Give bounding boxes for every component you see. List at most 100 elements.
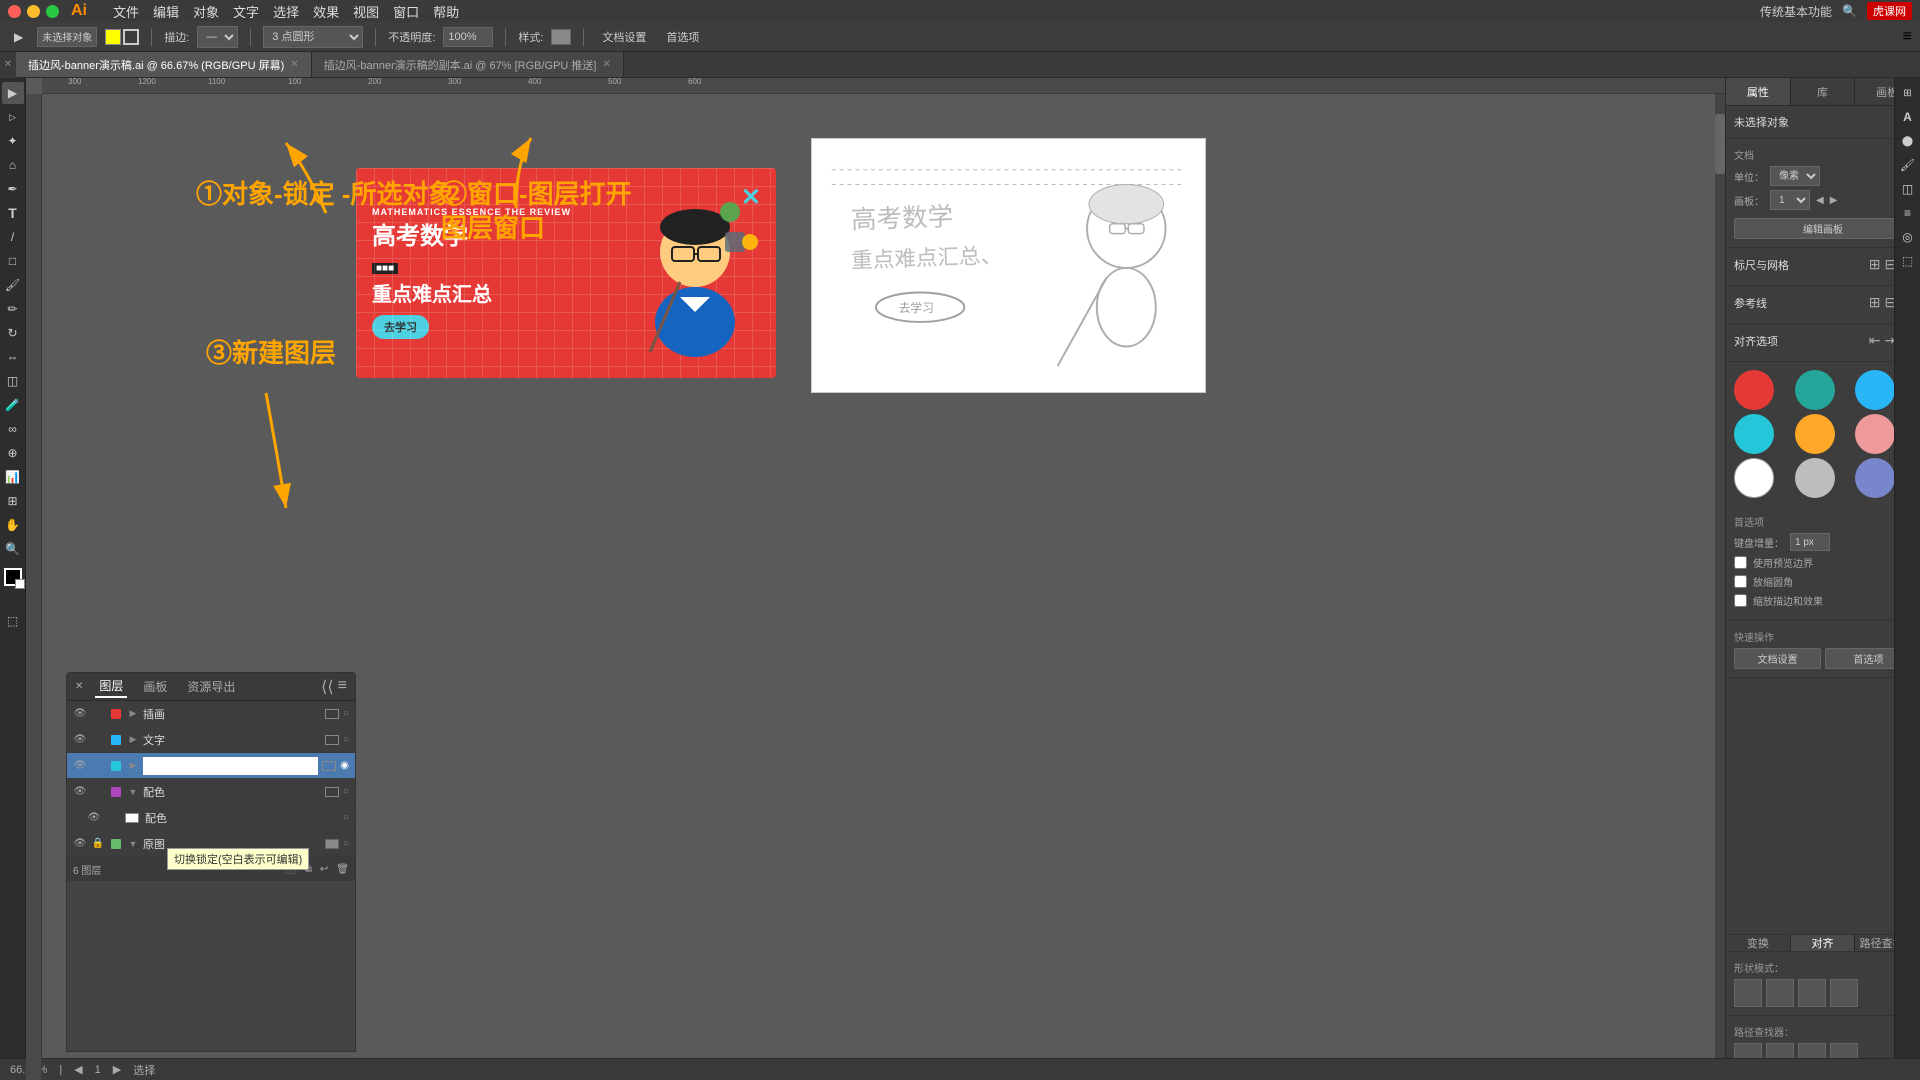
layer-row-palette-sub[interactable]: 👁 配色 ○ [67, 805, 355, 831]
swatch-light-blue[interactable] [1855, 370, 1895, 410]
close-button[interactable] [8, 5, 21, 18]
menu-window[interactable]: 窗口 [393, 2, 419, 21]
properties-icon[interactable]: ⊞ [1897, 82, 1919, 104]
layer-expand-text[interactable]: ▶ [127, 734, 139, 746]
menu-effects[interactable]: 效果 [313, 2, 339, 21]
layer-expand-original[interactable]: ▼ [127, 838, 139, 850]
eyedropper-tool[interactable]: 🧪 [2, 394, 24, 416]
brush-select[interactable]: 3 点圆形 [263, 26, 363, 48]
minimize-button[interactable] [27, 5, 40, 18]
layer-target-illustration[interactable]: ○ [343, 708, 349, 719]
column-graph-tool[interactable]: 📊 [2, 466, 24, 488]
type-tool[interactable]: T [2, 202, 24, 224]
layer-target-text[interactable]: ○ [343, 734, 349, 745]
fill-color[interactable] [105, 29, 121, 45]
layer-name-input[interactable] [143, 757, 318, 775]
rp-bottom-tab-align[interactable]: 对齐 [1791, 935, 1856, 951]
preferences-button[interactable]: 首选项 [660, 27, 705, 47]
rect-tool[interactable]: □ [2, 250, 24, 272]
layer-row-text[interactable]: 👁 ▶ 文字 ○ [67, 727, 355, 753]
layer-lock-text[interactable] [91, 733, 105, 747]
layer-move-up-btn[interactable]: ↩ [320, 864, 328, 875]
tab-1[interactable]: 插边风-banner演示稿.ai @ 66.67% (RGB/GPU 屏幕) ✕ [16, 52, 312, 77]
paintbrush-tool[interactable]: 🖌 [2, 274, 24, 296]
scale-tool[interactable]: ⇔ [2, 346, 24, 368]
swatch-gray[interactable] [1795, 458, 1835, 498]
direct-selection-tool[interactable]: ▷ [2, 106, 24, 128]
panel-collapse[interactable]: ⟨⟨ [321, 677, 333, 697]
tab-1-close[interactable]: ✕ [290, 59, 298, 70]
rp-doc-settings-btn[interactable]: 文档设置 [1734, 648, 1821, 669]
panel-tab-export[interactable]: 资源导出 [183, 676, 239, 697]
layer-lock-palette[interactable] [91, 785, 105, 799]
swatch-teal[interactable] [1795, 370, 1835, 410]
pen-tool[interactable]: ✒ [2, 178, 24, 200]
zoom-tool[interactable]: 🔍 [2, 538, 24, 560]
rp-canvas-select[interactable]: 1 [1770, 190, 1810, 210]
color-guide-icon[interactable]: ◫ [1897, 178, 1919, 200]
rp-preview-checkbox[interactable] [1734, 556, 1747, 569]
layer-target-active[interactable]: ◉ [340, 760, 349, 771]
rp-scale-checkbox[interactable] [1734, 594, 1747, 607]
rp-tab-library[interactable]: 库 [1791, 78, 1856, 105]
search-icon[interactable]: 🔍 [1842, 4, 1857, 18]
canvas-area[interactable]: 300 1200 1100 100 200 300 400 500 600 ①对… [26, 78, 1725, 1080]
artboard-nav-prev[interactable]: ◀ [74, 1063, 82, 1076]
layer-visibility-illustration[interactable]: 👁 [73, 707, 87, 721]
align-left-icon[interactable]: ⇤ [1869, 332, 1881, 349]
artboard-tool[interactable]: ⊞ [2, 490, 24, 512]
menu-object[interactable]: 对象 [193, 2, 219, 21]
swatch-indigo[interactable] [1855, 458, 1895, 498]
panel-tab-layers[interactable]: 图层 [95, 675, 127, 698]
rp-unit-select[interactable]: 像素 [1770, 166, 1820, 186]
ai-text-icon[interactable]: A [1897, 106, 1919, 128]
layer-visibility-original[interactable]: 👁 [73, 837, 87, 851]
scroll-v[interactable] [1715, 94, 1725, 1080]
layer-row-palette[interactable]: 👁 ▼ 配色 ○ [67, 779, 355, 805]
rotate-tool[interactable]: ↻ [2, 322, 24, 344]
hand-tool[interactable]: ✋ [2, 514, 24, 536]
rp-keyboard-input[interactable] [1790, 533, 1830, 551]
tab-2[interactable]: 插边风-banner演示稿的副本.ai @ 67% [RGB/GPU 推送] ✕ [312, 52, 624, 77]
layer-target-palette-sub[interactable]: ○ [343, 812, 349, 823]
gradient-tool[interactable]: ◫ [2, 370, 24, 392]
layer-lock-palette-sub[interactable] [105, 811, 119, 825]
layer-target-palette[interactable]: ○ [343, 786, 349, 797]
menu-select[interactable]: 选择 [273, 2, 299, 21]
swatch-white[interactable] [1734, 458, 1774, 498]
guide-icon-1[interactable]: ⊞ [1869, 294, 1881, 311]
swatch-red[interactable] [1734, 370, 1774, 410]
layer-visibility-text[interactable]: 👁 [73, 733, 87, 747]
toolbar-select-tool[interactable]: ▶ [8, 28, 29, 46]
layer-lock-original[interactable]: 🔒 [91, 837, 105, 851]
stroke-color[interactable] [123, 29, 139, 45]
selection-tool[interactable]: ▶ [2, 82, 24, 104]
shape-intersect[interactable] [1798, 979, 1826, 1007]
sketch-document[interactable]: 高考数学 重点难点汇总、 去学习 [811, 138, 1206, 393]
appearance-icon[interactable]: ⬤ [1897, 130, 1919, 152]
lasso-tool[interactable]: ⌂ [2, 154, 24, 176]
brush-panel-icon[interactable]: 🖌 [1897, 154, 1919, 176]
style-preview[interactable] [551, 29, 571, 45]
swatch-orange[interactable] [1795, 414, 1835, 454]
menu-edit[interactable]: 编辑 [153, 2, 179, 21]
rp-tab-properties[interactable]: 属性 [1726, 78, 1791, 105]
rp-round-checkbox[interactable] [1734, 575, 1747, 588]
opacity-input[interactable] [443, 27, 493, 47]
swatch-cyan[interactable] [1734, 414, 1774, 454]
scroll-v-thumb[interactable] [1715, 114, 1725, 174]
line-tool[interactable]: / [2, 226, 24, 248]
layer-visibility-palette[interactable]: 👁 [73, 785, 87, 799]
shape-minus[interactable] [1766, 979, 1794, 1007]
layer-row-active[interactable]: 👁 ▶ ◉ [67, 753, 355, 779]
layer-expand-palette[interactable]: ▼ [127, 786, 139, 798]
rp-canvas-nav-right[interactable]: ▶ [1830, 195, 1838, 206]
swatch-pink[interactable] [1855, 414, 1895, 454]
symbol-tool[interactable]: ⊕ [2, 442, 24, 464]
stroke-panel-icon[interactable]: ≡ [1897, 202, 1919, 224]
layer-expand-illustration[interactable]: ▶ [127, 708, 139, 720]
menu-view[interactable]: 视图 [353, 2, 379, 21]
magic-wand-tool[interactable]: ✦ [2, 130, 24, 152]
artboard-nav-next[interactable]: ▶ [113, 1063, 121, 1076]
layer-row-illustration[interactable]: 👁 ▶ 插画 ○ [67, 701, 355, 727]
